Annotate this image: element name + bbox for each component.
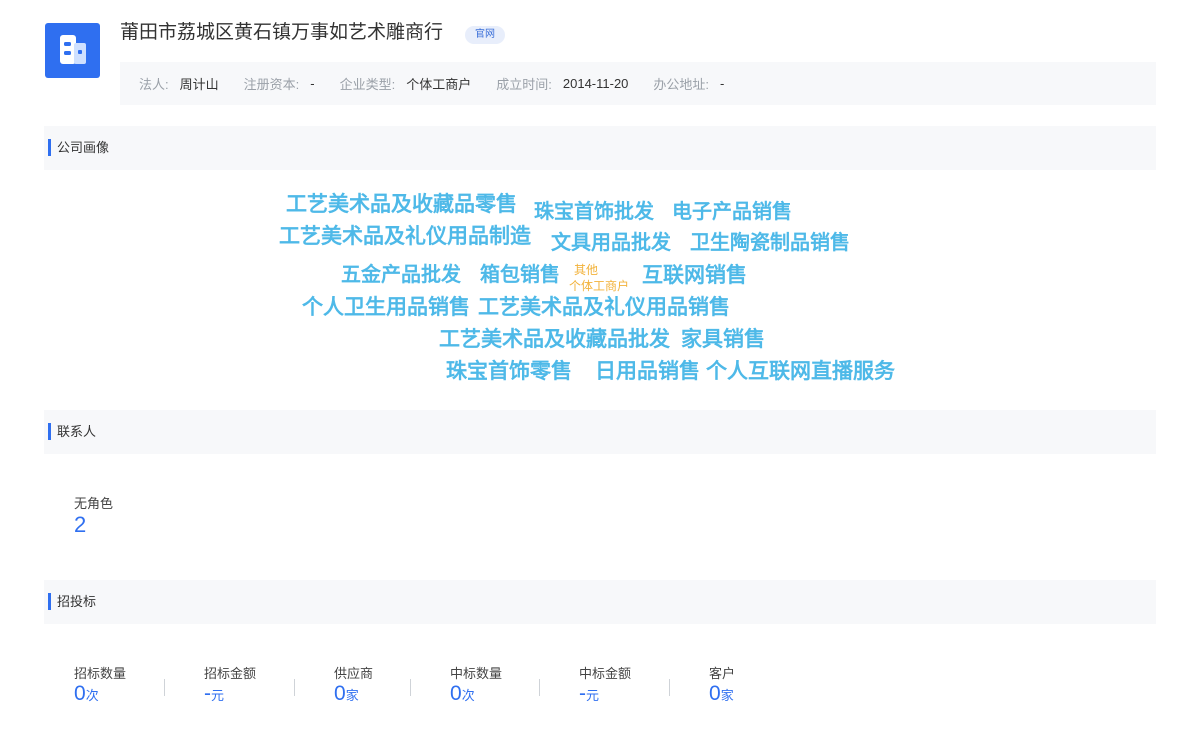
company-logo	[45, 23, 100, 78]
stat-label: 中标数量	[450, 666, 503, 681]
registered-capital-value: -	[310, 76, 315, 91]
section-marker	[48, 139, 51, 156]
section-marker	[48, 593, 51, 610]
keyword: 工艺美术品及礼仪用品制造	[279, 225, 531, 248]
keyword: 卫生陶瓷制品销售	[690, 232, 850, 254]
keyword: 工艺美术品及礼仪用品销售	[478, 296, 730, 319]
office-address-label: 办公地址:	[653, 77, 710, 92]
keyword: 家具销售	[681, 328, 765, 351]
stat-divider	[539, 679, 540, 696]
keyword: 珠宝首饰零售	[446, 360, 572, 383]
stat-value: 0家	[709, 682, 734, 705]
building-icon	[60, 35, 86, 64]
keyword: 日用品销售	[595, 360, 700, 383]
legal-person-field: 法人: 周计山	[139, 74, 219, 93]
keyword: 珠宝首饰批发	[534, 201, 654, 223]
registered-capital-field: 注册资本: -	[244, 74, 315, 93]
role-count[interactable]: 2	[74, 514, 86, 536]
office-address-value: -	[720, 76, 725, 91]
keyword: 个人互联网直播服务	[706, 360, 895, 383]
stat-value: -元	[579, 682, 600, 705]
official-site-badge[interactable]: 官网	[465, 26, 505, 44]
stat-label: 招标金额	[204, 666, 257, 681]
keyword: 文具用品批发	[551, 232, 671, 254]
stat-value: 0次	[450, 682, 475, 705]
stat-label: 供应商	[334, 666, 374, 681]
keyword: 互联网销售	[642, 264, 747, 287]
stat-divider	[410, 679, 411, 696]
keyword: 其他	[574, 263, 599, 277]
stat-label: 招标数量	[74, 666, 127, 681]
office-address-field: 办公地址: -	[653, 74, 724, 93]
stat-label: 中标金额	[579, 666, 632, 681]
role-label: 无角色	[74, 496, 114, 511]
company-name: 莆田市荔城区黄石镇万事如艺术雕商行	[120, 22, 444, 43]
bidding-section-header: 招投标	[44, 580, 1156, 624]
portrait-section-title: 公司画像	[57, 140, 110, 155]
stat-value: 0次	[74, 682, 99, 705]
section-marker	[48, 423, 51, 440]
company-info-bar: 法人: 周计山 注册资本: - 企业类型: 个体工商户 成立时间: 2014-1…	[120, 62, 1156, 105]
stat-value: 0家	[334, 682, 359, 705]
portrait-section-header: 公司画像	[44, 126, 1156, 170]
keyword: 个人卫生用品销售	[302, 296, 470, 319]
company-type-field: 企业类型: 个体工商户	[340, 74, 472, 93]
stat-divider	[294, 679, 295, 696]
keyword: 工艺美术品及收藏品批发	[439, 328, 670, 351]
bidding-section-title: 招投标	[57, 594, 97, 609]
keyword: 箱包销售	[480, 264, 560, 286]
stat-divider	[164, 679, 165, 696]
keyword: 工艺美术品及收藏品零售	[286, 193, 517, 216]
keyword: 电子产品销售	[672, 201, 792, 223]
stat-divider	[669, 679, 670, 696]
stat-label: 客户	[709, 666, 736, 681]
company-type-value: 个体工商户	[406, 77, 472, 92]
founded-date-label: 成立时间:	[496, 77, 552, 92]
founded-date-value: 2014-11-20	[562, 76, 629, 91]
legal-person-label: 法人:	[139, 77, 169, 92]
contacts-section-title: 联系人	[57, 424, 97, 439]
founded-date-field: 成立时间: 2014-11-20	[496, 74, 628, 93]
keyword: 个体工商户	[569, 279, 630, 293]
stat-value: -元	[204, 682, 225, 705]
keyword: 五金产品批发	[341, 264, 461, 286]
legal-person-value[interactable]: 周计山	[180, 74, 219, 93]
company-type-label: 企业类型:	[339, 77, 396, 92]
contacts-section-header: 联系人	[44, 410, 1156, 454]
registered-capital-label: 注册资本:	[243, 77, 300, 92]
